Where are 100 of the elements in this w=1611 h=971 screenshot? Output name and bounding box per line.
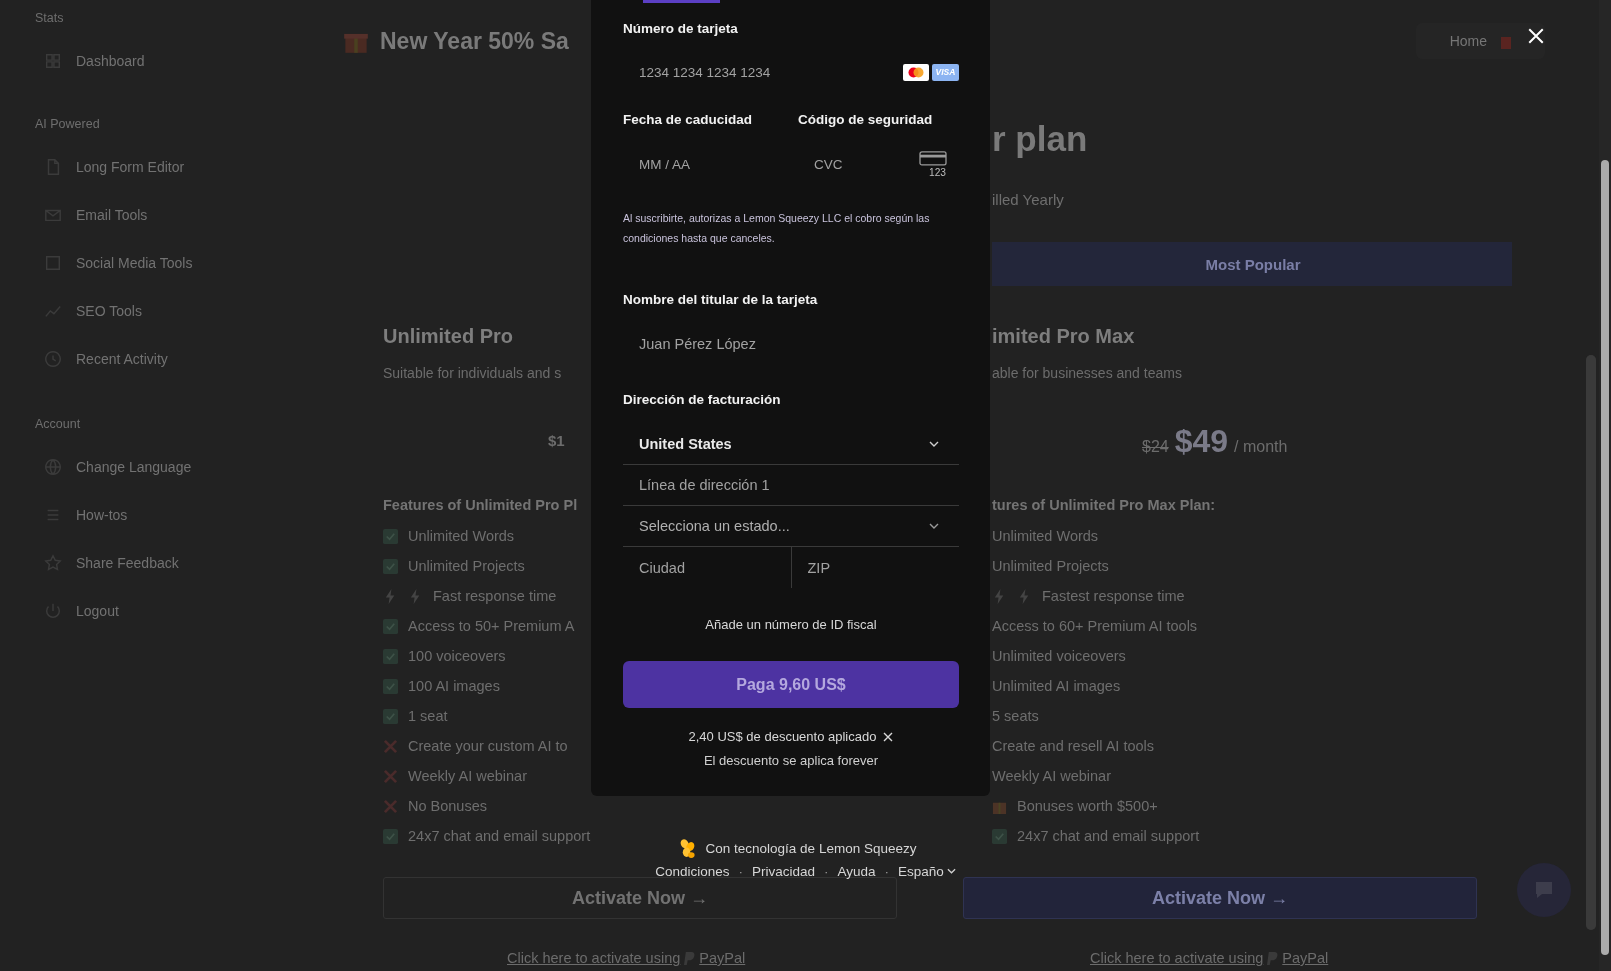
globe-icon (44, 458, 62, 476)
scrollbar[interactable] (1586, 355, 1596, 930)
sidebar-item[interactable]: Email Tools (35, 191, 148, 239)
city-field[interactable]: Ciudad (639, 559, 791, 576)
footer-link[interactable]: Condiciones (655, 863, 730, 879)
sidebar-item[interactable]: Long Form Editor (35, 143, 185, 191)
plan-description: able for businesses and teams (992, 364, 1182, 383)
checkbox-icon (383, 678, 398, 694)
features-heading: tures of Unlimited Pro Max Plan: (992, 496, 1216, 515)
logo-icon (678, 837, 696, 859)
paypal-link[interactable]: Click here to activate using PayPal (507, 948, 746, 968)
feature-text: 100 AI images (408, 678, 500, 694)
card-number-field[interactable]: 1234 1234 1234 1234 (639, 64, 900, 80)
sidebar-item[interactable]: Change Language (35, 443, 192, 491)
feature-text: Weekly AI webinar (408, 768, 527, 784)
plan-name: imited Pro Max (992, 324, 1135, 349)
billing-toggle-label: illed Yearly (992, 190, 1064, 210)
feature-text: Bonuses worth $500+ (1017, 798, 1158, 814)
sidebar-item[interactable]: SEO Tools (35, 287, 142, 335)
feature-text: 24x7 chat and email support (1017, 828, 1200, 844)
feature-text: Create and resell AI tools (992, 738, 1154, 754)
sidebar-item[interactable]: Logout (35, 587, 119, 635)
cross-icon (383, 798, 398, 814)
sale-banner-title: New Year 50% Sa (380, 27, 569, 55)
sidebar-section-label: AI Powered (35, 116, 100, 133)
plan-description: Suitable for individuals and s (383, 364, 562, 383)
remove-discount-icon[interactable] (883, 732, 894, 742)
address-field[interactable]: Línea de dirección 1 (639, 477, 943, 493)
feature-text: 1 seat (408, 708, 448, 724)
chevron-down-icon (929, 441, 939, 447)
checkbox-icon (383, 528, 398, 544)
feature-text: Unlimited Words (408, 528, 515, 544)
plan-name: Unlimited Pro (383, 324, 513, 349)
pay-button[interactable]: Paga 9,60 US$ (623, 661, 959, 708)
most-popular-banner: Most Popular (992, 242, 1512, 286)
feature-text: Access to 60+ Premium AI tools (992, 618, 1198, 634)
paypal-link[interactable]: Click here to activate using PayPal (1090, 948, 1329, 968)
checkbox-icon (383, 828, 398, 844)
square-icon (44, 254, 62, 272)
sidebar-section-label: Stats (35, 10, 64, 27)
scrollbar[interactable] (1599, 0, 1611, 971)
feature-text: Unlimited Words (992, 528, 1099, 544)
star-icon (44, 554, 62, 572)
feature-text: No Bonuses (408, 798, 487, 814)
checkbox-icon (383, 618, 398, 634)
chevron-down-icon (929, 523, 939, 529)
price: $49 (1174, 422, 1229, 461)
sidebar-item[interactable]: Dashboard (35, 37, 145, 85)
sidebar-item[interactable]: How-tos (35, 491, 128, 539)
footer-link[interactable]: Ayuda (837, 863, 876, 879)
sidebar-section-label: Account (35, 416, 81, 433)
state-dropdown[interactable]: Selecciona un estado... (623, 506, 959, 547)
field-label: Número de tarjeta (623, 20, 739, 38)
zip-field[interactable]: ZIP (807, 559, 959, 576)
field-label: Nombre del titular de la tarjeta (623, 291, 819, 309)
feature-text: Unlimited voiceovers (992, 648, 1126, 664)
field-label: Fecha de caducidad (623, 111, 754, 129)
feature-text: Unlimited AI images (992, 678, 1121, 694)
legal-text: Al suscribirte, autorizas a Lemon Squeezy LLC el cobro según las condiciones hasta que canceles. (623, 211, 931, 246)
price-period: / month (1234, 437, 1288, 457)
feature-text: Unlimited Projects (408, 558, 525, 574)
country-dropdown[interactable]: United States (623, 424, 959, 465)
sidebar-item[interactable]: Social Media Tools (35, 239, 193, 287)
feature-text: Create your custom AI to (408, 738, 568, 754)
feature-text: Access to 50+ Premium A (408, 618, 575, 634)
grid-icon (44, 52, 62, 70)
discount-text: 2,40 US$ de descuento aplicado (688, 728, 877, 746)
price: $1 (548, 431, 565, 451)
visa-icon: VISA (932, 63, 959, 81)
feature-text: Unlimited Projects (992, 558, 1109, 574)
features-heading: Features of Unlimited Pro Pl (383, 496, 578, 515)
paypal-icon (684, 951, 696, 965)
cross-icon (383, 738, 398, 754)
old-price: $24 (1142, 437, 1169, 457)
sidebar-item[interactable]: Recent Activity (35, 335, 168, 383)
page-heading: r plan (992, 118, 1088, 160)
separator-dot: · (738, 863, 743, 879)
tax-id-link[interactable]: Añade un número de ID fiscal (705, 615, 877, 635)
checkbox-icon (383, 558, 398, 574)
sidebar-item[interactable]: Share Feedback (35, 539, 179, 587)
powered-by-text: Con tecnología de Lemon Squeezy (705, 840, 917, 856)
cardholder-name-field[interactable]: Juan Pérez López (639, 336, 959, 352)
footer-link[interactable]: Privacidad (751, 863, 815, 879)
chevron-down-icon (946, 868, 956, 874)
activate-button[interactable]: Activate Now → (963, 877, 1477, 919)
feature-text: 5 seats (992, 708, 1039, 724)
expiry-field[interactable]: MM / AA (639, 156, 798, 172)
feature-text: 100 voiceovers (408, 648, 506, 664)
cross-icon (383, 768, 398, 784)
checkbox-icon (992, 828, 1007, 844)
power-icon (44, 602, 62, 620)
separator-dot: · (824, 863, 829, 879)
language-selector[interactable]: Españo (898, 863, 956, 879)
card-brand-icon (903, 63, 929, 81)
checkbox-icon (383, 648, 398, 664)
home-link[interactable]: Home (1449, 33, 1487, 49)
checkbox-icon (383, 708, 398, 724)
cvc-field[interactable]: CVC (814, 156, 919, 172)
field-label: Dirección de facturación (623, 391, 782, 409)
separator-dot: · (884, 863, 890, 879)
